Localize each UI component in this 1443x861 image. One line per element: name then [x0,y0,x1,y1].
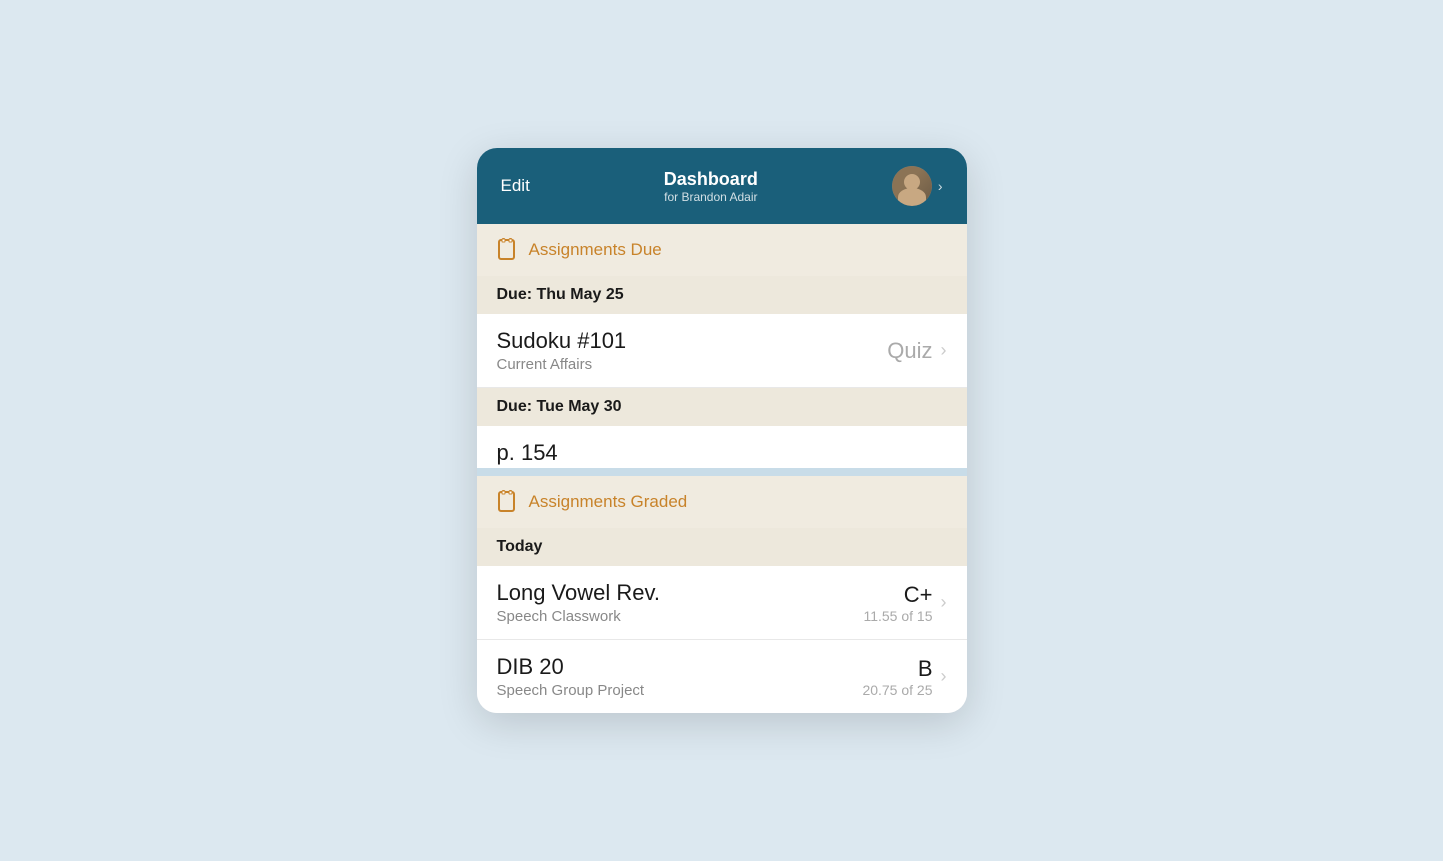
avatar [892,166,932,206]
graded-assignment-subject-1: Speech Classwork [497,608,864,625]
assignment-subject: Current Affairs [497,356,888,373]
assignments-due-section: Assignments Due Due: Thu May 25 Sudoku #… [477,224,967,468]
graded-assignment-row-1[interactable]: Long Vowel Rev. Speech Classwork C+ 11.5… [477,566,967,640]
graded-assignment-right-1: C+ 11.55 of 15 › [863,582,946,624]
phone-frame: Edit Dashboard for Brandon Adair › [477,148,967,713]
graded-assignment-subject-2: Speech Group Project [497,682,863,699]
graded-assignment-info-2: DIB 20 Speech Group Project [497,654,863,699]
graded-assignment-info-1: Long Vowel Rev. Speech Classwork [497,580,864,625]
row-chevron-icon-2: › [941,592,947,613]
partial-assignment-name: p. 154 [497,440,558,465]
header-title: Dashboard [664,169,758,190]
grade-letter-1: C+ [863,582,932,608]
graded-assignment-right-2: B 20.75 of 25 › [862,656,946,698]
graded-assignment-name-1: Long Vowel Rev. [497,580,864,606]
graded-assignment-name-2: DIB 20 [497,654,863,680]
grade-score-1: 11.55 of 15 [863,608,932,624]
assignments-graded-section: Assignments Graded Today Long Vowel Rev.… [477,476,967,713]
avatar-image [892,166,932,206]
header: Edit Dashboard for Brandon Adair › [477,148,967,224]
due-date-group-1: Due: Thu May 25 [477,276,967,314]
row-chevron-icon-3: › [941,666,947,687]
assignments-graded-icon [497,490,519,514]
due-date-label-2: Due: Tue May 30 [497,398,622,415]
avatar-chevron-icon: › [938,178,943,194]
due-date-label-1: Due: Thu May 25 [497,286,624,303]
graded-assignment-row-2[interactable]: DIB 20 Speech Group Project B 20.75 of 2… [477,640,967,713]
row-chevron-icon: › [941,340,947,361]
partial-assignment-row[interactable]: p. 154 [477,426,967,468]
assignment-right: Quiz › [887,338,946,364]
avatar-button[interactable]: › [892,166,943,206]
assignments-graded-header: Assignments Graded [477,476,967,528]
graded-date-label: Today [497,538,543,555]
assignment-name: Sudoku #101 [497,328,888,354]
assignment-info: Sudoku #101 Current Affairs [497,328,888,373]
grade-score-2: 20.75 of 25 [862,682,932,698]
assignments-due-icon [497,238,519,262]
grade-letter-2: B [862,656,932,682]
header-center: Dashboard for Brandon Adair [664,169,758,204]
section-separator [477,468,967,476]
assignments-due-header: Assignments Due [477,224,967,276]
assignments-due-title: Assignments Due [529,240,662,260]
header-subtitle: for Brandon Adair [664,190,758,204]
grade-display-2: B 20.75 of 25 [862,656,932,698]
graded-date-group: Today [477,528,967,566]
due-date-group-2: Due: Tue May 30 [477,388,967,426]
edit-button[interactable]: Edit [501,176,530,196]
assignment-row[interactable]: Sudoku #101 Current Affairs Quiz › [477,314,967,388]
assignments-graded-title: Assignments Graded [529,492,688,512]
grade-display-1: C+ 11.55 of 15 [863,582,932,624]
assignment-type: Quiz [887,338,932,364]
